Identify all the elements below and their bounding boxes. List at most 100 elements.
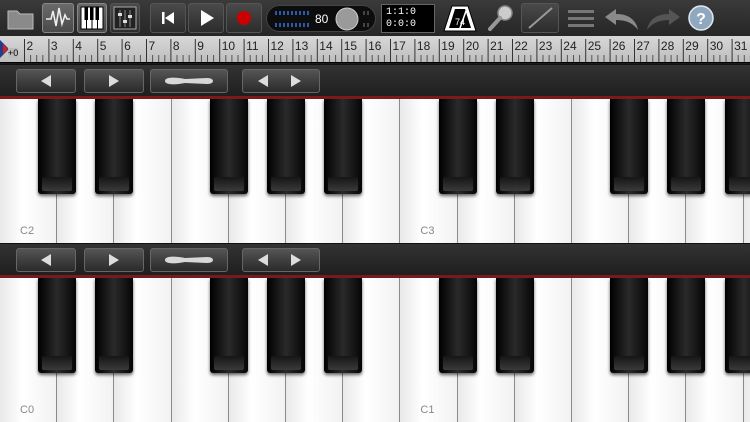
black-key[interactable]: [95, 99, 134, 194]
ruler-number: 30: [709, 39, 724, 53]
lower-range-slider[interactable]: [150, 248, 228, 272]
arrows-left-right-icon: [258, 254, 301, 266]
lower-keyboard-controls: [0, 243, 750, 276]
arrow-right-icon: [109, 254, 119, 266]
black-key[interactable]: [667, 99, 706, 194]
black-key[interactable]: [324, 99, 363, 194]
ruler-number: 28: [660, 39, 675, 53]
black-key[interactable]: [438, 278, 477, 373]
magnifier-icon: [488, 5, 513, 31]
ruler-number: 11: [246, 39, 259, 53]
ruler-number: 8: [172, 39, 180, 53]
octave-label: C2: [20, 225, 35, 237]
black-key[interactable]: [438, 99, 477, 194]
waveform-icon: [46, 7, 70, 28]
black-key[interactable]: [724, 278, 750, 373]
lower-octave-right-button[interactable]: [84, 248, 144, 272]
metronome-button[interactable]: 74: [441, 3, 479, 33]
black-key[interactable]: [667, 278, 706, 373]
black-key[interactable]: [267, 278, 305, 373]
ruler-number: 7: [148, 39, 156, 53]
ruler-number: 6: [124, 39, 131, 53]
black-key[interactable]: [209, 278, 248, 373]
black-key[interactable]: [267, 99, 305, 194]
undo-button[interactable]: [602, 3, 642, 33]
help-icon: ?: [688, 5, 714, 31]
redo-icon: [647, 9, 680, 30]
arrows-left-right-icon: [258, 75, 301, 87]
position-bar: 1:1:0: [386, 7, 417, 18]
play-icon: [201, 10, 214, 26]
ruler-number: 14: [319, 39, 333, 53]
record-icon: [237, 11, 251, 25]
metronome-icon: 74: [443, 5, 477, 32]
upper-scroll-buttons[interactable]: [242, 69, 320, 93]
rewind-button[interactable]: [150, 3, 186, 33]
play-button[interactable]: [188, 3, 224, 33]
ruler-number: 17: [392, 39, 406, 53]
upper-keyboard-controls: [0, 64, 750, 97]
menu-button[interactable]: [565, 3, 597, 33]
ruler-number: 13: [294, 39, 309, 53]
piano-view-button[interactable]: [77, 3, 107, 33]
tempo-value: 80: [315, 12, 329, 26]
ruler-number: 9: [197, 39, 204, 53]
tempo-knob: [335, 7, 359, 31]
black-key[interactable]: [610, 99, 649, 194]
ruler-number: 2: [26, 39, 34, 53]
black-key[interactable]: [495, 278, 534, 373]
upper-range-slider[interactable]: [150, 69, 228, 93]
record-button[interactable]: [226, 3, 262, 33]
lower-keyboard[interactable]: C0 C1: [0, 275, 750, 422]
black-key[interactable]: [610, 278, 649, 373]
timeline-ruler[interactable]: +0 2 3 4 5 6 7 8 9 10 11 12 13 14 15 16 17 18 19 20 21 22 23 2…: [0, 36, 750, 63]
range-handle-icon: [165, 256, 213, 264]
upper-keyboard[interactable]: C2 C3: [0, 96, 750, 243]
waveform-button[interactable]: [42, 3, 74, 33]
black-key[interactable]: [324, 278, 363, 373]
folder-icon: [7, 10, 34, 30]
ruler-number: 27: [636, 39, 650, 53]
black-key[interactable]: [38, 278, 77, 373]
folder-button[interactable]: [4, 3, 38, 33]
toolbar: 80 1:1:0 0:0:0 74 ?: [0, 0, 750, 36]
position-time: 0:0:0: [386, 19, 417, 30]
black-key[interactable]: [495, 99, 534, 194]
ruler-start-label: +0: [8, 48, 19, 58]
black-key[interactable]: [38, 99, 77, 194]
ruler-number: 4: [75, 39, 82, 53]
range-handle-icon: [165, 77, 213, 85]
ruler-number: 29: [685, 39, 699, 53]
black-key[interactable]: [95, 278, 134, 373]
redo-button[interactable]: [643, 3, 683, 33]
mixer-button[interactable]: [110, 3, 140, 33]
arrow-right-icon: [109, 75, 119, 87]
pencil-button[interactable]: [521, 3, 559, 33]
help-button[interactable]: ?: [685, 3, 717, 33]
black-key[interactable]: [724, 99, 750, 194]
ruler-number: 26: [612, 39, 626, 53]
ruler-number: 10: [221, 39, 236, 53]
ruler-number: 22: [514, 39, 528, 53]
rewind-icon: [162, 12, 174, 24]
tempo-slider[interactable]: 80: [266, 5, 376, 32]
ruler-start-marker[interactable]: +0: [0, 40, 22, 58]
position-display: 1:1:0 0:0:0: [381, 4, 435, 33]
ruler-number: 21: [490, 39, 504, 53]
upper-octave-right-button[interactable]: [84, 69, 144, 93]
piano-icon: [80, 6, 104, 30]
zoom-button[interactable]: [485, 3, 517, 33]
ruler-number: 25: [587, 39, 602, 53]
ruler-number: 31: [734, 39, 748, 53]
octave-label: C0: [20, 404, 35, 416]
metronome-value: 74: [455, 17, 465, 27]
ruler-number: 5: [99, 39, 107, 53]
lower-scroll-buttons[interactable]: [242, 248, 320, 272]
upper-octave-left-button[interactable]: [16, 69, 76, 93]
ruler-number: 3: [50, 39, 58, 53]
ruler-number: 12: [270, 39, 284, 53]
pencil-icon: [528, 7, 553, 29]
black-key[interactable]: [209, 99, 248, 194]
lower-octave-left-button[interactable]: [16, 248, 76, 272]
ruler-number: 19: [441, 39, 455, 53]
